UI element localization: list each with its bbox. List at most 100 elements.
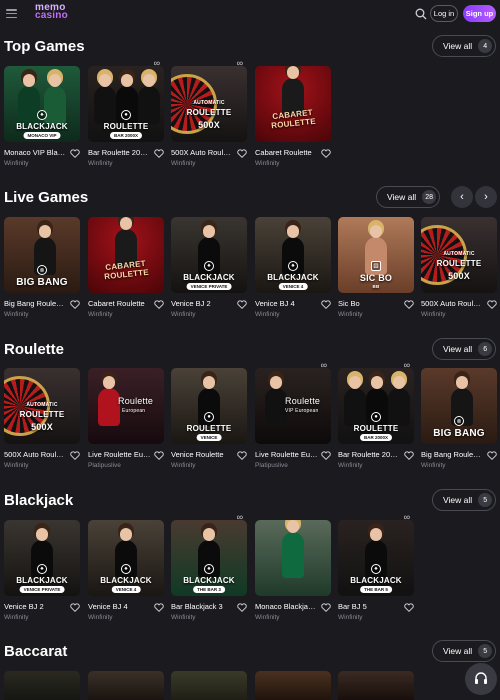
heart-icon[interactable] — [237, 603, 247, 612]
game-card[interactable]: ♠ BLACKJACK THE BAR 3 ∞ Bar Blackjack 3 … — [171, 512, 247, 621]
game-thumbnail[interactable]: ♠ BLACKJACK THE BAR 5 — [338, 520, 414, 596]
game-card[interactable]: ♠ BLACKJACK MONACO VIP Monaco VIP Bla… W… — [4, 66, 80, 167]
game-card[interactable]: ⚄ SIC BO BB Sic Bo Winfinity — [338, 217, 414, 318]
game-title[interactable]: Venice BJ 2 — [171, 299, 233, 308]
game-card[interactable]: AUTOMATIC ROULETTE 500X ∞ 500X Auto Roul… — [171, 58, 247, 167]
login-button[interactable]: Log in — [430, 5, 458, 22]
game-thumbnail[interactable]: ♠ BLACKJACK VENICE 4 — [88, 520, 164, 596]
game-title[interactable]: Venice BJ 2 — [4, 602, 66, 611]
game-card[interactable]: ⊗ BIG BANG Big Bang Roule… Winfinity — [4, 217, 80, 318]
search-icon[interactable] — [415, 8, 427, 20]
game-title[interactable]: Bar Blackjack 3 — [171, 602, 233, 611]
game-title[interactable]: Bar BJ 5 — [338, 602, 400, 611]
game-thumbnail[interactable]: CABARET ROULETTE — [255, 66, 331, 142]
game-card[interactable]: ⊗ BIG BANG Big Bang Roule… Winfinity — [421, 368, 497, 469]
game-title[interactable]: Cabaret Roulette — [88, 299, 150, 308]
game-title[interactable]: Monaco Blackja… — [255, 602, 317, 611]
game-title[interactable]: Bar Roulette 20… — [338, 450, 400, 459]
game-thumbnail[interactable]: Roulette European — [88, 368, 164, 444]
heart-icon[interactable] — [487, 300, 497, 309]
game-card[interactable]: AUTOMATIC ROULETTE 500X 500X Auto Roul… … — [4, 368, 80, 469]
heart-icon[interactable] — [321, 149, 331, 158]
game-thumbnail[interactable] — [255, 520, 331, 596]
game-thumbnail[interactable]: AUTOMATIC ROULETTE 500X — [171, 66, 247, 142]
game-thumbnail[interactable]: ♠ BLACKJACK VENICE 4 — [255, 217, 331, 293]
game-title[interactable]: Venice Roulette — [171, 450, 233, 459]
game-title[interactable]: 500X Auto Roul… — [421, 299, 483, 308]
chevron-right-icon[interactable]: › — [475, 186, 497, 208]
game-title[interactable]: Live Roulette Eu… — [255, 450, 317, 459]
view-all-top-games-button[interactable]: View all 4 — [432, 35, 497, 57]
heart-icon[interactable] — [237, 451, 247, 460]
game-title[interactable]: Cabaret Roulette — [255, 148, 317, 157]
game-thumbnail[interactable]: ♠ BLACKJACK VENICE PRIVATE — [171, 217, 247, 293]
game-card[interactable]: ♠ BLACKJACK VENICE 4 Venice BJ 4 Winfini… — [88, 520, 164, 621]
game-thumbnail[interactable]: ♠ BLACKJACK MONACO VIP — [4, 66, 80, 142]
game-card[interactable] — [4, 671, 80, 700]
heart-icon[interactable] — [321, 603, 331, 612]
game-thumbnail[interactable]: ● ROULETTE BAR 2000X — [338, 368, 414, 444]
heart-icon[interactable] — [404, 300, 414, 309]
heart-icon[interactable] — [70, 300, 80, 309]
game-card[interactable]: AUTOMATIC ROULETTE 500X 500X Auto Roul… … — [421, 217, 497, 318]
game-thumbnail[interactable]: ♠ BLACKJACK VENICE PRIVATE — [4, 520, 80, 596]
game-title[interactable]: 500X Auto Roul… — [4, 450, 66, 459]
game-title[interactable]: Big Bang Roule… — [421, 450, 483, 459]
heart-icon[interactable] — [237, 300, 247, 309]
game-title[interactable]: Bar Roulette 20… — [88, 148, 150, 157]
game-card[interactable]: ♠ BLACKJACK VENICE 4 Venice BJ 4 Winfini… — [255, 217, 331, 318]
heart-icon[interactable] — [70, 451, 80, 460]
heart-icon[interactable] — [404, 451, 414, 460]
game-card[interactable]: ● ROULETTE VENICE Venice Roulette Winfin… — [171, 368, 247, 469]
game-thumbnail[interactable]: ⊗ BIG BANG — [421, 368, 497, 444]
game-thumbnail[interactable]: AUTOMATIC ROULETTE 500X — [421, 217, 497, 293]
game-card[interactable]: Roulette VIP European ∞ Live Roulette Eu… — [255, 360, 331, 469]
game-title[interactable]: Venice BJ 4 — [88, 602, 150, 611]
menu-icon[interactable] — [6, 9, 17, 18]
game-thumbnail[interactable]: AUTOMATIC ROULETTE 500X — [4, 368, 80, 444]
view-all-roulette-button[interactable]: View all 6 — [432, 338, 497, 360]
game-card[interactable]: ♠ BLACKJACK VENICE PRIVATE Venice BJ 2 W… — [4, 520, 80, 621]
heart-icon[interactable] — [70, 603, 80, 612]
game-card[interactable] — [171, 671, 247, 700]
game-card[interactable] — [88, 671, 164, 700]
game-card[interactable] — [338, 671, 414, 700]
game-title[interactable]: Big Bang Roule… — [4, 299, 66, 308]
signup-button[interactable]: Sign up — [463, 5, 496, 22]
game-title[interactable]: Live Roulette Eu… — [88, 450, 150, 459]
logo[interactable]: memo casino — [35, 3, 68, 21]
game-thumbnail[interactable] — [171, 671, 247, 700]
game-card[interactable]: ♠ BLACKJACK VENICE PRIVATE Venice BJ 2 W… — [171, 217, 247, 318]
game-thumbnail[interactable] — [255, 671, 331, 700]
game-card[interactable]: ♠ BLACKJACK THE BAR 5 ∞ Bar BJ 5 Winfini… — [338, 512, 414, 621]
game-card[interactable]: ● ROULETTE BAR 2000X ∞ Bar Roulette 20… … — [88, 58, 164, 167]
heart-icon[interactable] — [70, 149, 80, 158]
game-thumbnail[interactable]: ⚄ SIC BO BB — [338, 217, 414, 293]
heart-icon[interactable] — [321, 451, 331, 460]
game-title[interactable]: Venice BJ 4 — [255, 299, 317, 308]
view-all-blackjack-button[interactable]: View all 5 — [432, 489, 497, 511]
game-thumbnail[interactable] — [88, 671, 164, 700]
heart-icon[interactable] — [154, 451, 164, 460]
chevron-left-icon[interactable]: ‹ — [451, 186, 473, 208]
heart-icon[interactable] — [487, 451, 497, 460]
view-all-live-games-button[interactable]: View all 28 — [376, 186, 441, 208]
view-all-baccarat-button[interactable]: View all 5 — [432, 640, 497, 662]
game-card[interactable]: CABARET ROULETTE Cabaret Roulette Winfin… — [88, 217, 164, 318]
heart-icon[interactable] — [154, 603, 164, 612]
game-title[interactable]: Sic Bo — [338, 299, 400, 308]
game-thumbnail[interactable]: ● ROULETTE BAR 2000X — [88, 66, 164, 142]
help-button[interactable] — [465, 663, 497, 695]
game-card[interactable] — [255, 671, 331, 700]
heart-icon[interactable] — [154, 300, 164, 309]
game-title[interactable]: 500X Auto Roul… — [171, 148, 233, 157]
game-thumbnail[interactable]: ♠ BLACKJACK THE BAR 3 — [171, 520, 247, 596]
heart-icon[interactable] — [321, 300, 331, 309]
game-card[interactable]: ● ROULETTE BAR 2000X ∞ Bar Roulette 20… … — [338, 360, 414, 469]
game-card[interactable]: Monaco Blackja… Winfinity — [255, 520, 331, 621]
game-card[interactable]: Roulette European Live Roulette Eu… Plat… — [88, 368, 164, 469]
game-thumbnail[interactable] — [4, 671, 80, 700]
game-title[interactable]: Monaco VIP Bla… — [4, 148, 66, 157]
heart-icon[interactable] — [237, 149, 247, 158]
game-thumbnail[interactable]: ⊗ BIG BANG — [4, 217, 80, 293]
